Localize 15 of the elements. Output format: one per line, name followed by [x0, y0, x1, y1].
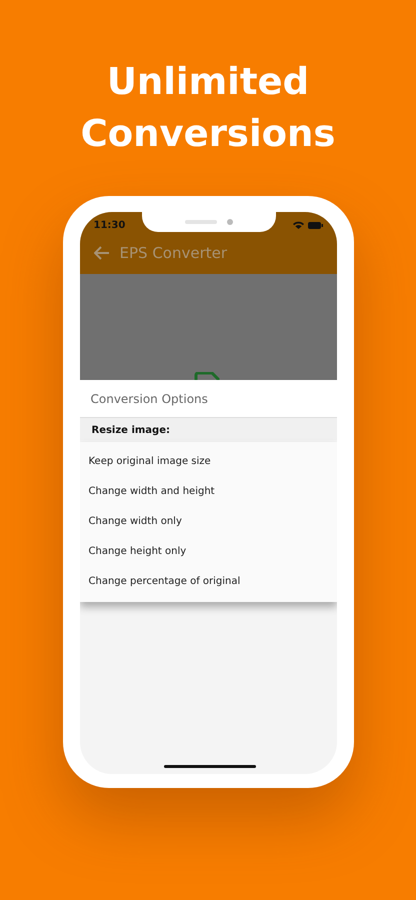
menu-item[interactable]: Change width only: [80, 506, 336, 536]
menu-item[interactable]: Keep original image size: [80, 446, 336, 476]
wifi-icon: [292, 221, 304, 229]
menu-item[interactable]: Change percentage of original: [80, 566, 336, 596]
app-title: EPS Converter: [120, 244, 228, 262]
sheet-title: Conversion Options: [90, 392, 208, 406]
document-icon: [194, 372, 220, 380]
menu-item[interactable]: Change height only: [80, 536, 336, 566]
headline: Unlimited: [106, 59, 310, 105]
back-arrow-icon[interactable]: [94, 246, 110, 260]
section-label: Resize image:: [92, 425, 170, 436]
status-time: 11:30: [94, 220, 126, 230]
battery-icon: [308, 222, 322, 228]
menu-item[interactable]: Change width and height: [80, 476, 336, 506]
headline: Conversions: [80, 111, 336, 157]
